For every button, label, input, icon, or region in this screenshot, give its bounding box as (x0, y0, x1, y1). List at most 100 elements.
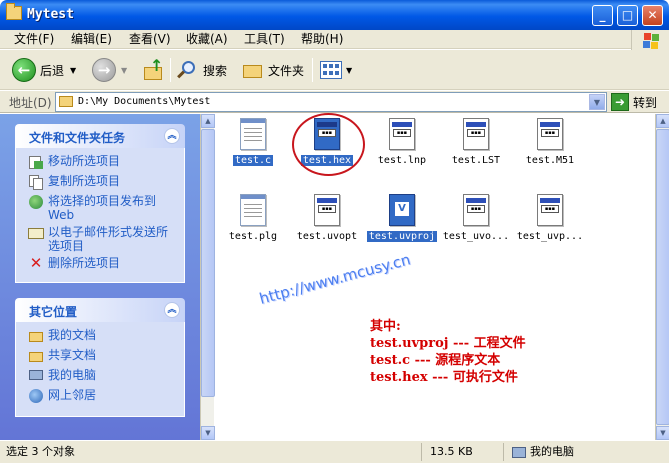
scroll-down-icon[interactable]: ▼ (656, 426, 669, 440)
scroll-up-icon[interactable]: ▲ (656, 114, 669, 128)
file-view[interactable]: test.c ▪▪▪ test.hex ▪▪▪ test.lnp ▪▪▪ tes… (215, 114, 669, 440)
maximize-button[interactable]: □ (617, 5, 638, 26)
scroll-down-icon[interactable]: ▼ (201, 426, 215, 440)
place-my-computer[interactable]: 我的电脑 (28, 368, 176, 385)
menu-edit[interactable]: 编辑(E) (71, 31, 112, 48)
tasks-panel-title: 文件和文件夹任务 (29, 131, 126, 145)
task-email[interactable]: 以电子邮件形式发送所选项目 (28, 225, 176, 253)
annotation-note: 其中: test.uvproj --- 工程文件 test.c --- 源程序文… (370, 318, 526, 386)
chevron-down-icon[interactable]: ▼ (589, 94, 605, 110)
delete-icon: ✕ (29, 254, 43, 272)
move-icon (28, 154, 44, 170)
place-network[interactable]: 网上邻居 (28, 388, 176, 405)
file-name: test.plg (228, 231, 278, 242)
views-icon (320, 61, 342, 79)
address-input[interactable]: D:\My Documents\Mytest ▼ (55, 92, 607, 112)
minimize-button[interactable]: _ (592, 5, 613, 26)
places-panel-title: 其它位置 (29, 305, 78, 319)
note-heading: 其中: (370, 319, 401, 334)
go-arrow-icon: ➜ (611, 93, 629, 111)
go-button[interactable]: ➜ 转到 (611, 93, 657, 111)
network-places-icon (28, 388, 44, 404)
collapse-icon[interactable]: ︽ (164, 302, 180, 318)
up-folder-icon: ↑ (142, 58, 164, 81)
file-view-scrollbar[interactable]: ▲ ▼ (655, 114, 669, 440)
views-button[interactable]: ▼ (320, 56, 352, 84)
task-pane-scrollbar[interactable]: ▲ ▼ (200, 114, 215, 440)
file-item[interactable]: ▪▪▪ test.uvopt (288, 194, 366, 242)
folders-label: 文件夹 (268, 63, 305, 78)
email-icon (28, 225, 44, 241)
file-item[interactable]: test.plg (214, 194, 292, 242)
folder-icon (6, 3, 22, 20)
search-button[interactable]: 搜索 (177, 56, 227, 84)
menu-view[interactable]: 查看(V) (129, 31, 171, 48)
place-shared-documents[interactable]: 共享文档 (28, 348, 176, 365)
toolbar: ← 后退 ▼ → ▼ ↑ 搜索 文件夹 ▼ (0, 50, 669, 90)
file-name: test.c (232, 155, 274, 166)
menu-help[interactable]: 帮助(H) (301, 31, 343, 48)
task-move[interactable]: 移动所选项目 (28, 154, 176, 171)
address-path: D:\My Documents\Mytest (78, 96, 211, 107)
menu-file[interactable]: 文件(F) (14, 31, 54, 48)
file-item[interactable]: ▪▪▪ test_uvp... (511, 194, 589, 242)
file-item[interactable]: test.c (214, 118, 292, 166)
menu-favorites[interactable]: 收藏(A) (186, 31, 228, 48)
file-item[interactable]: V test.uvproj (363, 194, 441, 242)
note-line: test.c --- 源程序文本 (370, 353, 501, 368)
up-folder-button[interactable]: ↑ (142, 56, 164, 84)
chevron-down-icon[interactable]: ▼ (70, 66, 76, 75)
chevron-down-icon[interactable]: ▼ (121, 66, 127, 75)
close-button[interactable]: ✕ (642, 5, 663, 26)
task-pane: 文件和文件夹任务 ︽ 移动所选项目 复制所选项目 将选择的项目发布到 Web 以… (0, 114, 200, 440)
tasks-panel-header[interactable]: 文件和文件夹任务 ︽ (15, 124, 185, 148)
menu-tools[interactable]: 工具(T) (244, 31, 285, 48)
task-delete[interactable]: ✕ 删除所选项目 (28, 256, 176, 273)
publish-web-icon (28, 194, 44, 210)
notepad-file-icon (240, 118, 266, 150)
note-line: test.uvproj --- 工程文件 (370, 336, 526, 351)
back-button[interactable]: ← 后退 ▼ (12, 56, 76, 84)
task-copy[interactable]: 复制所选项目 (28, 174, 176, 191)
copy-icon (28, 174, 44, 190)
place-my-documents[interactable]: 我的文档 (28, 328, 176, 345)
file-item[interactable]: ▪▪▪ test.LST (437, 118, 515, 166)
file-name: test.uvopt (296, 231, 358, 242)
scroll-thumb[interactable] (201, 129, 215, 397)
address-bar: 地址(D) D:\My Documents\Mytest ▼ ➜ 转到 (0, 91, 669, 113)
address-label: 地址(D) (9, 96, 52, 110)
status-bar: 选定 3 个对象 13.5 KB 我的电脑 (0, 440, 669, 463)
note-line: test.hex --- 可执行文件 (370, 370, 518, 385)
forward-arrow-icon: → (92, 58, 116, 82)
status-size: 13.5 KB (426, 443, 504, 461)
windows-logo-icon (631, 30, 669, 52)
file-name: test.uvproj (366, 231, 438, 242)
my-computer-icon (28, 368, 44, 384)
chevron-down-icon[interactable]: ▼ (346, 66, 352, 75)
file-name: test_uvp... (516, 231, 584, 242)
application-file-icon: ▪▪▪ (537, 194, 563, 226)
scroll-up-icon[interactable]: ▲ (201, 114, 215, 128)
my-documents-icon (28, 328, 44, 344)
places-panel-header[interactable]: 其它位置 ︽ (15, 298, 185, 322)
folders-button[interactable]: 文件夹 (242, 56, 304, 84)
file-item[interactable]: ▪▪▪ test.M51 (511, 118, 589, 166)
back-arrow-icon: ← (12, 58, 36, 82)
scroll-thumb[interactable] (656, 129, 669, 425)
application-file-icon: ▪▪▪ (389, 118, 415, 150)
highlight-circle (292, 113, 365, 176)
title-bar[interactable]: Mytest _ □ ✕ (0, 0, 669, 30)
forward-button[interactable]: → ▼ (92, 56, 127, 84)
folder-icon (59, 96, 73, 107)
task-publish-web[interactable]: 将选择的项目发布到 Web (28, 194, 176, 222)
file-item[interactable]: ▪▪▪ test_uvo... (437, 194, 515, 242)
notepad-file-icon (240, 194, 266, 226)
collapse-icon[interactable]: ︽ (164, 128, 180, 144)
uvision-project-icon: V (389, 194, 415, 226)
tasks-panel: 文件和文件夹任务 ︽ 移动所选项目 复制所选项目 将选择的项目发布到 Web 以… (15, 124, 185, 283)
application-file-icon: ▪▪▪ (537, 118, 563, 150)
file-item[interactable]: ▪▪▪ test.lnp (363, 118, 441, 166)
status-location: 我的电脑 (508, 443, 666, 461)
application-file-icon: ▪▪▪ (463, 118, 489, 150)
shared-documents-icon (28, 348, 44, 364)
